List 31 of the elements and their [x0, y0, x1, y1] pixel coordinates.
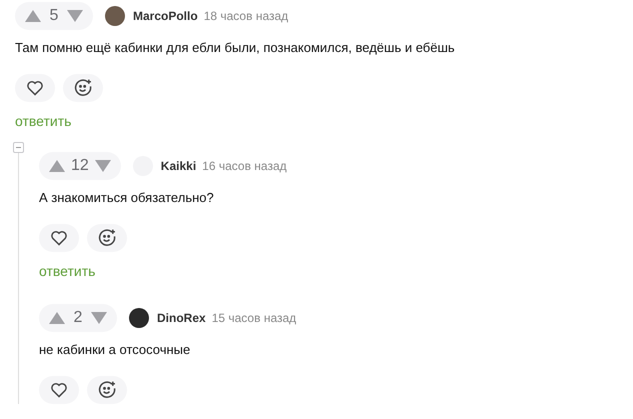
- downvote-icon[interactable]: [94, 160, 111, 172]
- upvote-icon[interactable]: [49, 312, 65, 324]
- smiley-plus-icon: [97, 380, 117, 400]
- author-name[interactable]: MarcoPollo: [133, 7, 198, 25]
- smiley-plus-icon: [73, 78, 93, 98]
- comment-time: 15 часов назад: [212, 310, 296, 327]
- heart-icon: [50, 230, 68, 246]
- collapse-toggle[interactable]: [13, 142, 24, 153]
- comment-time: 18 часов назад: [204, 8, 288, 25]
- emoji-reaction-button[interactable]: [63, 74, 103, 102]
- smiley-plus-icon: [97, 228, 117, 248]
- comment-text: Там помню ещё кабинки для ебли были, познакомился, ведёшь и ебёшь: [15, 39, 455, 57]
- like-button[interactable]: [15, 74, 55, 102]
- like-button[interactable]: [39, 224, 79, 252]
- heart-icon: [50, 382, 68, 398]
- like-button[interactable]: [39, 376, 79, 404]
- downvote-icon[interactable]: [91, 312, 107, 324]
- upvote-icon[interactable]: [49, 160, 65, 172]
- author-name[interactable]: DinoRex: [157, 309, 206, 327]
- vote-count: 2: [72, 310, 84, 326]
- comment-text: не кабинки а отсосочные: [39, 341, 190, 359]
- vote-count: 12: [71, 158, 89, 174]
- emoji-reaction-button[interactable]: [87, 376, 127, 404]
- downvote-icon[interactable]: [67, 10, 83, 22]
- upvote-icon[interactable]: [25, 10, 41, 22]
- author-name[interactable]: Kaikki: [160, 157, 196, 175]
- vote-count: 5: [48, 8, 60, 24]
- comment-time: 16 часов назад: [202, 158, 287, 175]
- emoji-reaction-button[interactable]: [87, 224, 127, 252]
- comment-text: А знакомиться обязательно?: [39, 189, 214, 207]
- heart-icon: [26, 80, 44, 96]
